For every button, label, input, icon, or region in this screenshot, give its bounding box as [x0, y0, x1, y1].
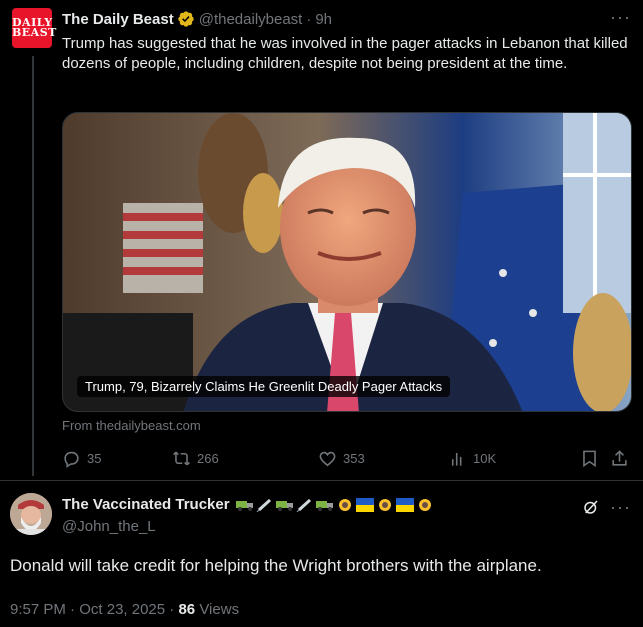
thread-connector-line [32, 56, 34, 476]
reply-button[interactable]: 35 [62, 449, 101, 468]
tweet-text: Trump has suggested that he was involved… [62, 35, 628, 72]
views-count: 10K [473, 451, 497, 466]
syringe-icon [256, 498, 271, 512]
views-bar-chart-icon [451, 452, 462, 466]
author-handle[interactable]: @thedailybeast [199, 11, 303, 28]
article-card-image[interactable]: Trump, 79, Bizarrely Claims He Greenlit … [62, 112, 632, 412]
tweet1-header: The Daily Beast @thedailybeast · 9h ··· [62, 8, 631, 30]
ukraine-flag-icon [395, 497, 414, 512]
link-source[interactable]: From thedailybeast.com [62, 418, 201, 433]
bookmark-button[interactable] [580, 449, 605, 468]
truck-icon [275, 500, 293, 511]
share-icon [612, 450, 627, 466]
author-name[interactable]: The Daily Beast [62, 11, 174, 28]
avatar-text-line2: BEAST [12, 26, 57, 39]
reply-date[interactable]: Oct 23, 2025 [79, 601, 165, 618]
truck-icon [315, 500, 333, 511]
more-options-icon[interactable]: ··· [610, 498, 631, 516]
separator-dot: · [70, 601, 76, 618]
name-emojis [235, 497, 434, 512]
sunflower-icon [418, 498, 431, 511]
tweet2-header: The Vaccinated Trucker [62, 496, 434, 513]
daily-beast-avatar[interactable]: DAILY BEAST [12, 8, 57, 48]
more-options-icon[interactable]: ··· [610, 8, 631, 26]
trucker-avatar-illustration [10, 493, 52, 535]
truck-icon [235, 500, 253, 511]
heart-icon [319, 451, 336, 467]
reply-icon [64, 451, 79, 468]
reply-views-label: Views [199, 601, 240, 618]
like-count: 353 [343, 451, 365, 466]
reply-author-name[interactable]: The Vaccinated Trucker [62, 496, 230, 513]
repost-icon [173, 451, 190, 466]
views-button[interactable]: 10K [448, 449, 496, 468]
reply-text: Donald will take credit for helping the … [10, 556, 542, 575]
trump-photo-illustration [63, 113, 631, 411]
repost-button[interactable]: 266 [172, 449, 219, 468]
bookmark-icon [583, 450, 596, 468]
ukraine-flag-icon [355, 497, 374, 512]
reply-meta: 9:57 PM · Oct 23, 2025 · 86 Views [10, 601, 239, 618]
reply-views-count: 86 [178, 601, 196, 618]
share-button[interactable] [610, 449, 635, 468]
reply-author-handle[interactable]: @John_the_L [62, 518, 156, 535]
reply-time[interactable]: 9:57 PM [10, 601, 66, 618]
tweet-divider [0, 480, 643, 481]
grok-icon[interactable] [582, 498, 600, 516]
tweet-actions-bar: 35 266 353 10K [62, 449, 632, 469]
trucker-avatar[interactable] [10, 493, 52, 535]
syringe-icon [296, 498, 311, 512]
sunflower-icon [378, 498, 391, 511]
article-headline-caption: Trump, 79, Bizarrely Claims He Greenlit … [77, 376, 451, 397]
reply-count: 35 [87, 451, 102, 466]
tweet-time[interactable]: 9h [315, 11, 332, 28]
sunflower-icon [338, 498, 351, 511]
verified-badge-icon [178, 11, 194, 27]
separator-dot: · [306, 10, 312, 28]
separator-dot: · [169, 601, 175, 618]
like-button[interactable]: 353 [318, 449, 365, 468]
repost-count: 266 [197, 451, 219, 466]
